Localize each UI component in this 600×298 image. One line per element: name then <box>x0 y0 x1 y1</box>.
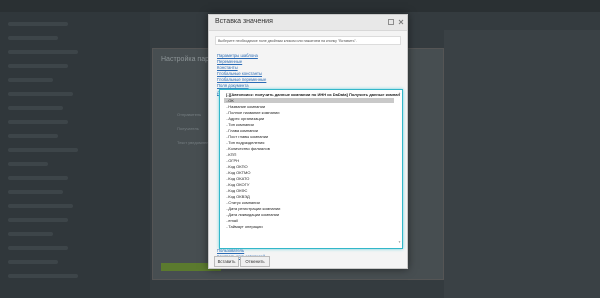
scroll-down-icon[interactable]: ▼ <box>398 241 401 244</box>
tree-item[interactable]: ..Название компании <box>226 104 265 109</box>
tree-item[interactable]: ..Код ОКВЭД <box>226 194 250 199</box>
tree-item[interactable]: ..Тип подразделения <box>226 140 264 145</box>
instruction-text: Выберите необходимое поле двойным кликом… <box>215 36 401 45</box>
insert-value-dialog: Вставка значения Выберите необходимое по… <box>208 14 408 269</box>
tree-item[interactable]: ..Тип компании <box>226 122 254 127</box>
close-icon[interactable] <box>397 18 405 26</box>
dialog-title: Вставка значения <box>215 18 273 25</box>
tree-item[interactable]: ..Код ОКФС <box>226 188 247 193</box>
tree-item[interactable]: ..Статус компании <box>226 200 260 205</box>
background-label: Получатель <box>177 126 199 131</box>
scroll-up-icon[interactable]: ▲ <box>398 92 401 95</box>
tree-item[interactable]: ..Код ОКПО <box>226 164 248 169</box>
tree-item[interactable]: ..Количество филиалов <box>226 146 270 151</box>
selected-row-highlight <box>224 98 394 103</box>
tree-item[interactable]: ..Дата ликвидации компании <box>226 212 279 217</box>
tree-item[interactable]: ..ОК <box>226 98 234 103</box>
app-header <box>0 0 600 12</box>
tree-item[interactable]: ..Дата регистрации компании <box>226 206 280 211</box>
background-right-area <box>444 30 600 298</box>
dialog-titlebar[interactable]: Вставка значения <box>209 15 407 31</box>
tree-item[interactable]: ..ОГРН <box>226 158 239 163</box>
tree-item[interactable]: ..КПП <box>226 152 236 157</box>
insert-button[interactable]: Вставить <box>214 256 239 267</box>
tree-item[interactable]: ..Таймаут операции <box>226 224 263 229</box>
tree-item[interactable]: ..email <box>226 218 238 223</box>
tree-item[interactable]: ..Код ОКТМО <box>226 170 250 175</box>
tree-item[interactable]: ..Код ОКАТО <box>226 176 249 181</box>
background-label: Отправитель <box>177 112 202 117</box>
app-sidebar <box>0 12 150 298</box>
tree-item[interactable]: ..Полное название компании <box>226 110 280 115</box>
background-panel-title: Настройка пара <box>161 56 213 63</box>
dialog-footer: Вставить Отменить <box>209 253 407 268</box>
maximize-icon[interactable] <box>387 18 395 26</box>
tree-item[interactable]: ..Пост главы компании <box>226 134 268 139</box>
tree-item-root[interactable]: [-][Автопоиск: получить данные компании … <box>226 92 400 97</box>
cancel-button[interactable]: Отменить <box>240 256 270 267</box>
tree-item[interactable]: ..Адрес организации <box>226 116 264 121</box>
field-tree[interactable]: [-][Автопоиск: получить данные компании … <box>219 89 403 249</box>
tree-scrollbar[interactable]: ▲ ▼ <box>398 92 401 244</box>
tree-item[interactable]: ..Глава компании <box>226 128 258 133</box>
tree-item[interactable]: ..Код ОКОГУ <box>226 182 249 187</box>
